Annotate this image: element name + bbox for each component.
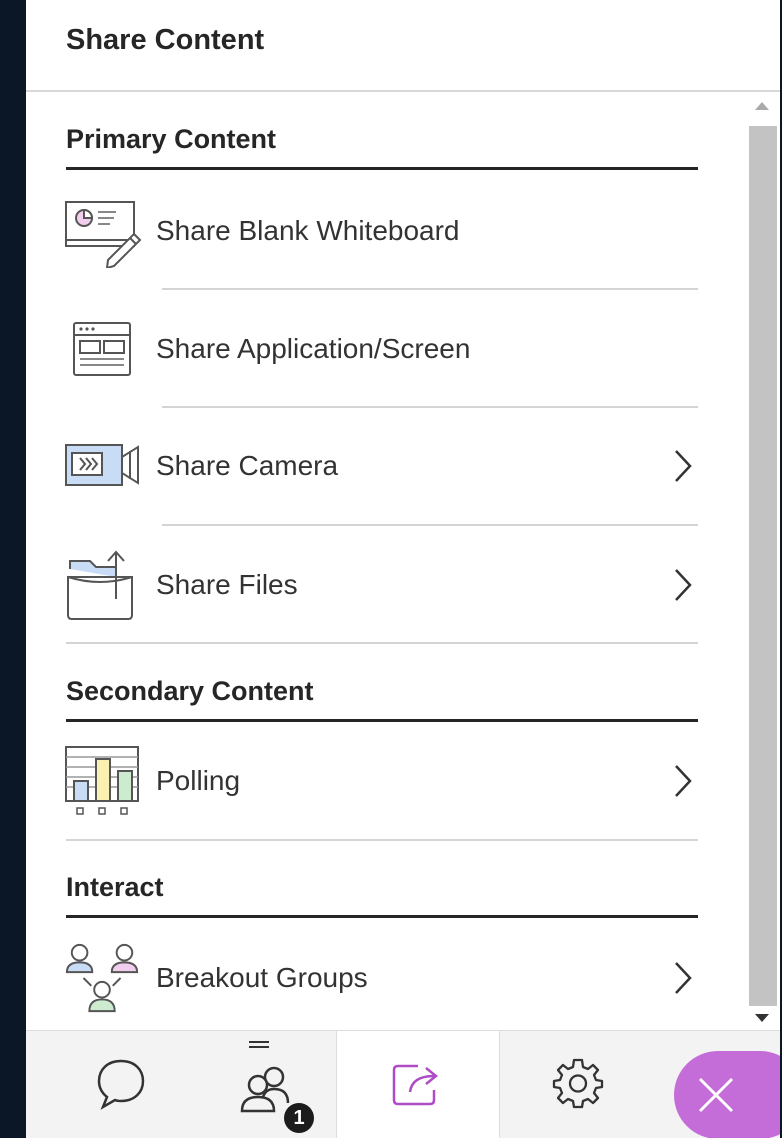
close-icon xyxy=(696,1075,736,1120)
share-icon xyxy=(390,1058,446,1113)
footer-toolbar: 1 xyxy=(26,1030,780,1138)
chat-tab[interactable] xyxy=(46,1031,196,1138)
chevron-right-icon xyxy=(668,761,698,801)
application-window-icon xyxy=(64,309,142,389)
share-camera-label: Share Camera xyxy=(156,450,339,481)
share-files-label: Share Files xyxy=(156,569,298,600)
gear-icon xyxy=(551,1056,605,1115)
chevron-right-icon xyxy=(668,958,698,998)
panel-header: Share Content xyxy=(26,0,780,92)
item-divider xyxy=(162,406,698,408)
share-camera-item[interactable]: Share Camera xyxy=(64,411,698,521)
share-files-item[interactable]: Share Files xyxy=(66,530,698,640)
item-divider xyxy=(162,288,698,290)
panel-title: Share Content xyxy=(66,24,265,56)
section-title-secondary: Secondary Content xyxy=(66,676,698,722)
scroll-down-arrow-icon[interactable] xyxy=(755,1014,769,1022)
chat-bubble-icon xyxy=(93,1055,149,1116)
share-blank-whiteboard-label: Share Blank Whiteboard xyxy=(156,215,460,246)
scrollbar-thumb[interactable] xyxy=(749,126,777,1006)
share-application-screen-item[interactable]: Share Application/Screen xyxy=(66,294,698,404)
scrollbar[interactable] xyxy=(747,92,780,1030)
polling-label: Polling xyxy=(156,765,241,796)
bar-chart-icon xyxy=(64,741,142,821)
panel-content: Primary Content Share Blank Whiteboard S… xyxy=(26,92,745,1030)
scroll-up-arrow-icon[interactable] xyxy=(755,102,769,110)
polling-item[interactable]: Polling xyxy=(64,726,698,836)
folder-upload-icon xyxy=(64,545,142,625)
chevron-right-icon xyxy=(668,565,698,605)
section-divider xyxy=(66,839,698,841)
whiteboard-icon xyxy=(64,191,142,271)
share-content-panel: Share Content Primary Content Share Blan… xyxy=(26,0,780,1138)
share-blank-whiteboard-item[interactable]: Share Blank Whiteboard xyxy=(64,176,698,286)
breakout-groups-item[interactable]: Breakout Groups xyxy=(64,923,698,1030)
share-application-screen-label: Share Application/Screen xyxy=(156,333,471,364)
section-divider xyxy=(66,642,698,644)
close-button[interactable] xyxy=(674,1051,780,1138)
settings-tab[interactable] xyxy=(498,1031,658,1138)
section-title-interact: Interact xyxy=(66,872,698,918)
breakout-groups-icon xyxy=(64,938,142,1018)
section-title-primary: Primary Content xyxy=(66,124,698,170)
breakout-groups-label: Breakout Groups xyxy=(156,962,368,993)
share-content-tab[interactable] xyxy=(336,1031,500,1138)
item-divider xyxy=(162,524,698,526)
attendees-tab[interactable]: 1 xyxy=(196,1031,336,1138)
chevron-right-icon xyxy=(668,446,698,486)
camera-icon xyxy=(64,426,142,506)
attendee-count-badge: 1 xyxy=(284,1103,314,1133)
menu-lines-icon xyxy=(248,1039,270,1057)
